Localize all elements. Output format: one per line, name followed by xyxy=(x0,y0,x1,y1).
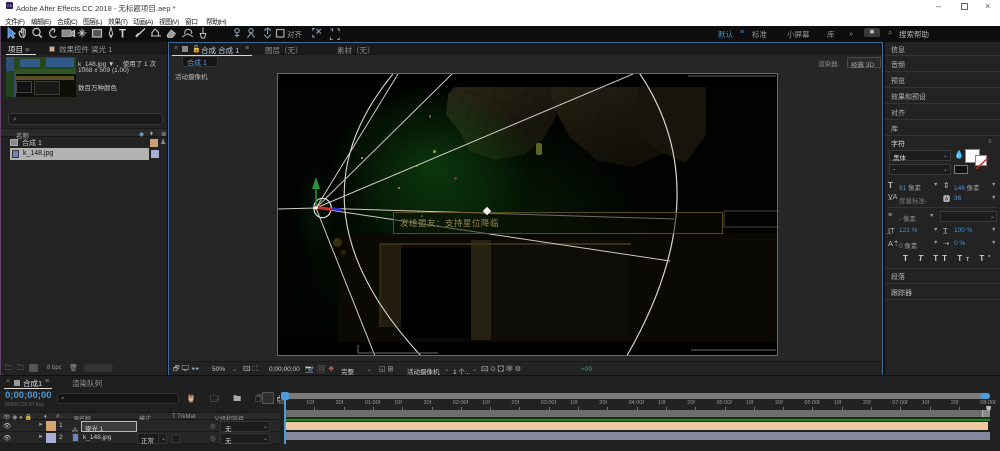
svg-text:T: T xyxy=(119,29,126,41)
